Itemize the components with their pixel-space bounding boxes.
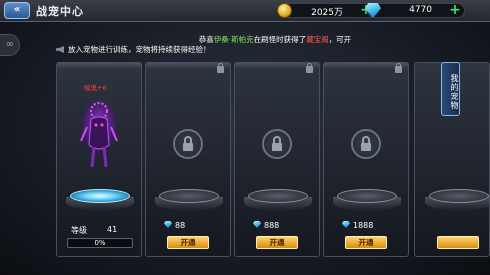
lock-icon — [306, 63, 313, 73]
exp-progress-bar: 0% — [67, 238, 133, 248]
gold-counter: 2025万 + — [277, 3, 376, 18]
price-value: 888 — [264, 221, 280, 230]
unlock-button[interactable]: 开通 — [345, 236, 387, 249]
gem-amount: 4770 — [409, 5, 432, 15]
back-button[interactable]: « — [4, 2, 30, 19]
lock-icon — [217, 63, 224, 73]
training-slot-2[interactable]: 88 开通 — [145, 62, 231, 257]
unlock-price: 1888 — [342, 221, 373, 230]
price-value: 88 — [175, 221, 186, 230]
notice-player: 伊桑·斯帕克 — [213, 35, 254, 44]
diamond-icon — [342, 221, 350, 228]
training-hint: 放入宠物进行训练，宠物将持续获得经验！ — [56, 44, 306, 55]
training-slot-4[interactable]: 1888 开通 — [323, 62, 409, 257]
unlock-button[interactable] — [437, 236, 479, 249]
level-value: 41 — [107, 225, 118, 234]
level-label: 等级 — [71, 226, 87, 235]
unlock-button[interactable]: 开通 — [256, 236, 298, 249]
page-title: 战宠中心 — [36, 5, 84, 18]
empty-pedestal — [244, 187, 312, 219]
infinity-icon: ∞ — [5, 39, 14, 50]
my-pets-tab[interactable]: 我的宠物 — [441, 62, 460, 116]
pet-figure — [79, 101, 119, 168]
diamond-icon — [164, 221, 172, 228]
gem-counter: 4770 + — [365, 3, 465, 18]
pet-name: 暗鬼+6 — [84, 84, 107, 92]
lock-icon — [395, 63, 402, 73]
padlock-icon — [351, 129, 381, 159]
notice-suffix: ，可开 — [328, 35, 352, 44]
padlock-icon — [173, 129, 203, 159]
training-slot-3[interactable]: 888 开通 — [234, 62, 320, 257]
empty-pedestal — [155, 187, 223, 219]
gold-amount: 2025万 — [311, 8, 343, 18]
empty-pedestal — [333, 187, 401, 219]
double-chevron-left-icon: « — [13, 4, 21, 15]
hint-text: 放入宠物进行训练，宠物将持续获得经验！ — [68, 45, 211, 54]
notice-middle: 在刷怪时获得了 — [253, 35, 307, 44]
speaker-icon — [56, 46, 64, 53]
price-value: 1888 — [353, 221, 374, 230]
notice-prefix: 恭喜 — [198, 35, 214, 44]
unlock-price: 88 — [164, 221, 185, 230]
empty-pedestal — [425, 187, 489, 219]
gold-coin-icon — [277, 3, 292, 18]
unlock-button[interactable]: 开通 — [167, 236, 209, 249]
add-gems-button[interactable]: + — [448, 3, 462, 17]
unlock-price: 888 — [253, 221, 279, 230]
padlock-icon — [262, 129, 292, 159]
training-slot-1[interactable]: 暗鬼+6 等级 41 0% — [56, 62, 142, 257]
glowing-pedestal — [66, 187, 134, 219]
side-menu-tab[interactable]: ∞ — [0, 34, 20, 56]
diamond-icon — [253, 221, 261, 228]
top-bar: « 战宠中心 2025万 + 4770 + — [0, 0, 490, 22]
notice-item: 藏宝阁 — [306, 35, 329, 44]
exp-percent: 0% — [94, 239, 106, 247]
